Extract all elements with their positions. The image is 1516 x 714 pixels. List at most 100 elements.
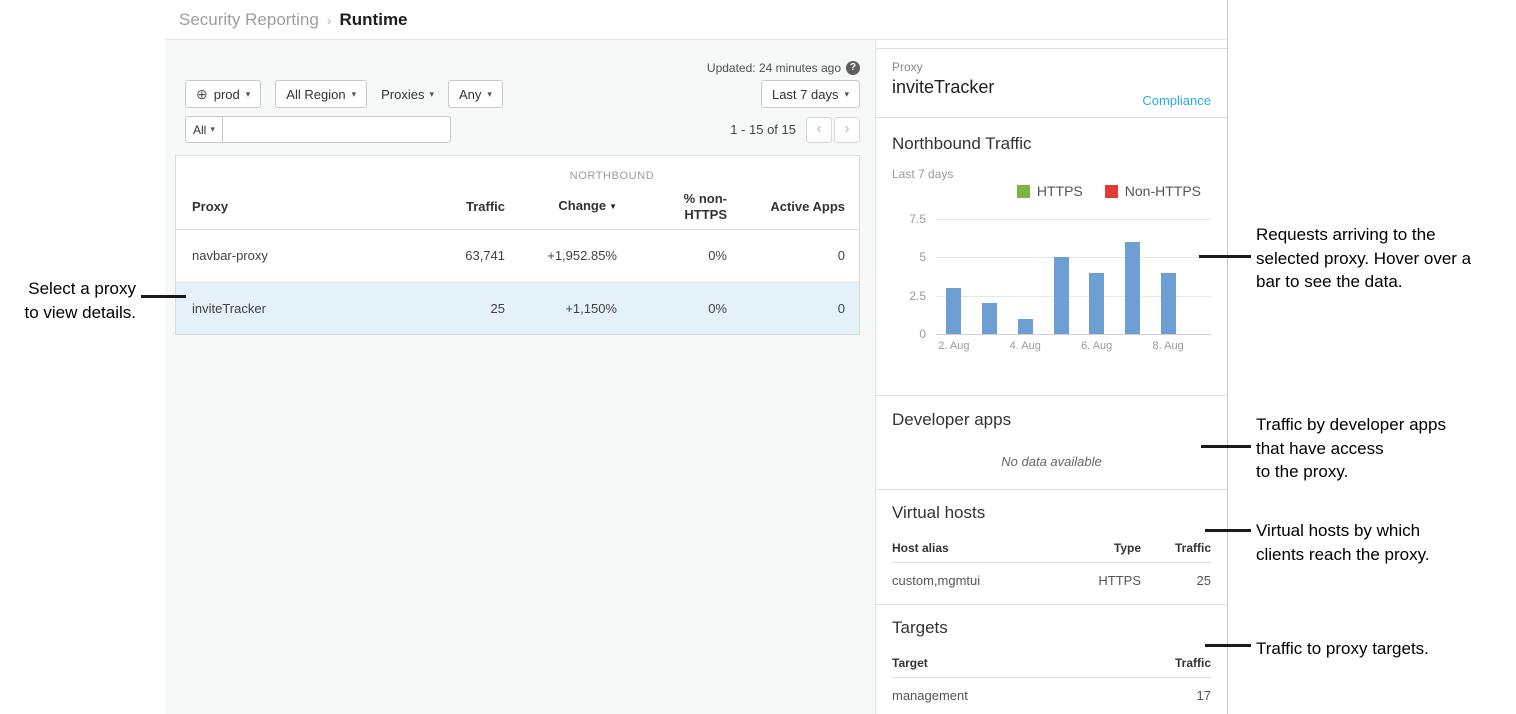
proxies-dropdown[interactable]: Proxies ▾: [381, 87, 434, 102]
details-panel: Proxy inviteTracker Compliance Northboun…: [875, 40, 1227, 714]
proxy-table: NORTHBOUND Proxy Traffic Change▼ % non-H…: [175, 155, 860, 335]
region-dropdown[interactable]: All Region ▾: [275, 80, 367, 108]
annotation-targets: Traffic to proxy targets.: [1256, 637, 1506, 661]
callout-line-virtual-hosts: [1205, 529, 1251, 532]
column-active-apps[interactable]: Active Apps: [727, 199, 859, 215]
cell-target: management: [892, 688, 1141, 703]
callout-line-requests: [1199, 255, 1251, 258]
chart-bar[interactable]: [1054, 257, 1069, 334]
compliance-link[interactable]: Compliance: [1142, 93, 1211, 108]
table-row-invitetracker[interactable]: inviteTracker 25 +1,150% 0% 0: [176, 282, 859, 334]
callout-line-developer-apps: [1201, 445, 1251, 448]
cell-traffic: 17: [1141, 688, 1211, 703]
targets-card: Targets Target Traffic management 17: [876, 605, 1227, 714]
column-change[interactable]: Change▼: [505, 198, 617, 215]
proxy-summary-card: Proxy inviteTracker Compliance: [876, 48, 1227, 118]
date-range-label: Last 7 days: [772, 87, 839, 102]
cell-host-alias: custom,mgmtui: [892, 573, 1061, 588]
targets-title: Targets: [892, 618, 1211, 638]
page: Select a proxy to view details. Requests…: [0, 0, 1516, 714]
cell-type: HTTPS: [1061, 573, 1141, 588]
caret-down-icon: ▾: [487, 89, 492, 100]
globe-icon: ⊕: [196, 87, 208, 101]
virtual-host-row[interactable]: custom,mgmtui HTTPS 25: [892, 563, 1211, 594]
any-filter-label: Any: [459, 87, 481, 102]
chart-y-tick-label: 5: [919, 250, 926, 264]
proxies-dropdown-label: Proxies: [381, 87, 424, 102]
no-data-message: No data available: [892, 454, 1211, 469]
chart-gridline: [936, 219, 1211, 220]
chart-bar[interactable]: [1018, 319, 1033, 334]
sort-desc-icon: ▼: [609, 202, 617, 211]
caret-down-icon: ▾: [429, 89, 434, 100]
pagination-next-button[interactable]: ›: [834, 117, 860, 143]
northbound-traffic-title: Northbound Traffic: [892, 134, 1211, 154]
breadcrumb-parent-link[interactable]: Security Reporting: [179, 10, 319, 30]
cell-change: +1,150%: [505, 301, 617, 316]
search-scope-dropdown[interactable]: All ▾: [185, 116, 223, 143]
chart-gridline: [936, 257, 1211, 258]
chart-bar[interactable]: [982, 303, 997, 334]
region-dropdown-label: All Region: [286, 87, 345, 102]
search-input[interactable]: [223, 116, 451, 143]
chart-gridline: [936, 334, 1211, 335]
environment-dropdown[interactable]: ⊕ prod ▾: [185, 80, 261, 108]
cell-traffic: 25: [365, 301, 505, 316]
breadcrumb-separator-icon: ›: [327, 11, 332, 28]
targets-table: Target Traffic management 17: [892, 648, 1211, 709]
page-title: Runtime: [340, 10, 408, 30]
cell-non-https: 0%: [617, 301, 727, 316]
caret-down-icon: ▾: [352, 89, 357, 100]
updated-status: Updated: 24 minutes ago ?: [165, 60, 860, 75]
date-range-dropdown[interactable]: Last 7 days ▾: [761, 80, 860, 108]
table-row-navbar-proxy[interactable]: navbar-proxy 63,741 +1,952.85% 0% 0: [176, 230, 859, 282]
report-panel: Updated: 24 minutes ago ? ⊕ prod ▾ All R…: [165, 40, 875, 714]
target-row[interactable]: management 17: [892, 678, 1211, 709]
callout-line-targets: [1205, 644, 1251, 647]
annotation-requests: Requests arriving to the selected proxy.…: [1256, 223, 1516, 294]
cell-traffic: 63,741: [365, 248, 505, 263]
pagination-label: 1 - 15 of 15: [730, 122, 796, 137]
caret-down-icon: ▾: [246, 89, 251, 100]
search-scope-label: All: [193, 123, 206, 137]
virtual-hosts-title: Virtual hosts: [892, 503, 1211, 523]
chart-bar[interactable]: [1125, 242, 1140, 334]
annotation-select-proxy: Select a proxy to view details.: [2, 277, 136, 324]
cell-change: +1,952.85%: [505, 248, 617, 263]
cell-traffic: 25: [1141, 573, 1211, 588]
column-type: Type: [1061, 541, 1141, 555]
chart-x-tick-label: 6. Aug: [1081, 340, 1112, 352]
virtual-hosts-card: Virtual hosts Host alias Type Traffic cu…: [876, 490, 1227, 605]
legend-https-label: HTTPS: [1037, 183, 1083, 199]
breadcrumb: Security Reporting › Runtime: [165, 0, 1227, 40]
column-target: Target: [892, 656, 1141, 670]
table-group-header: NORTHBOUND: [176, 156, 859, 184]
chart-x-tick-label: 4. Aug: [1010, 340, 1041, 352]
column-proxy[interactable]: Proxy: [176, 199, 365, 215]
legend-https-swatch: [1017, 185, 1030, 198]
cell-non-https: 0%: [617, 248, 727, 263]
chart-bar[interactable]: [1161, 273, 1176, 334]
updated-label: Updated: 24 minutes ago: [707, 61, 841, 75]
chart-x-tick-label: 2. Aug: [938, 340, 969, 352]
pagination-prev-button[interactable]: ‹: [806, 117, 832, 143]
search-bar: All ▾ 1 - 15 of 15 ‹ ›: [185, 116, 860, 143]
northbound-traffic-card: Northbound Traffic Last 7 days HTTPS Non…: [876, 118, 1227, 396]
chart-bar[interactable]: [1089, 273, 1104, 334]
help-icon[interactable]: ?: [846, 61, 860, 75]
chart-y-tick-label: 2.5: [909, 289, 926, 303]
environment-dropdown-label: prod: [214, 87, 240, 102]
table-column-header: Proxy Traffic Change▼ % non-HTTPS Active…: [176, 184, 859, 230]
developer-apps-card: Developer apps No data available: [876, 396, 1227, 490]
column-traffic: Traffic: [1141, 656, 1211, 670]
cell-active-apps: 0: [727, 248, 859, 263]
chart-x-tick-label: 8. Aug: [1153, 340, 1184, 352]
chart-plot: 2. Aug4. Aug6. Aug8. Aug: [936, 219, 1211, 334]
caret-down-icon: ▾: [210, 124, 215, 135]
column-traffic[interactable]: Traffic: [365, 199, 505, 215]
proxy-label: Proxy: [892, 60, 1211, 74]
column-non-https[interactable]: % non-HTTPS: [617, 191, 727, 223]
any-filter-dropdown[interactable]: Any ▾: [448, 80, 503, 108]
chart-bar[interactable]: [946, 288, 961, 334]
chart-legend: HTTPS Non-HTTPS: [892, 183, 1211, 199]
